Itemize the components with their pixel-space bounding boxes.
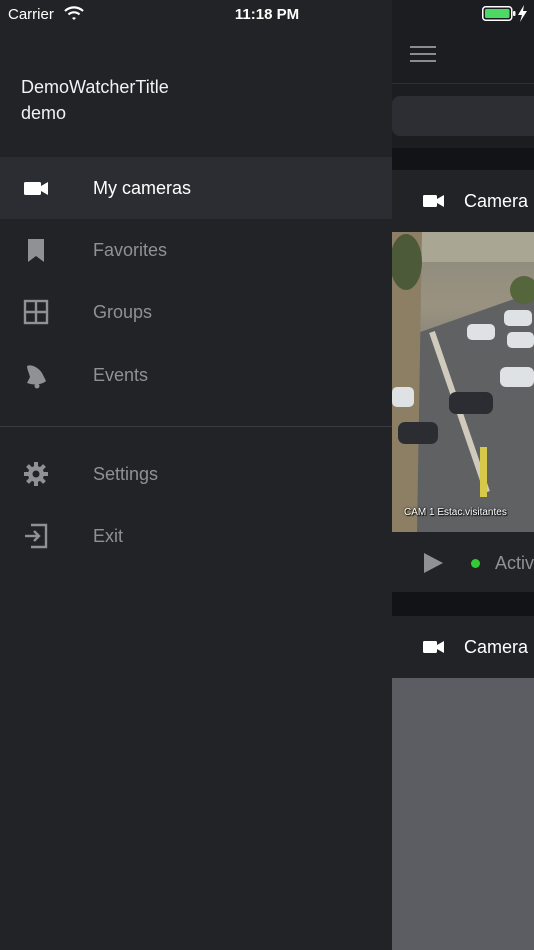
play-icon[interactable] xyxy=(422,552,444,574)
menu-item-label: Exit xyxy=(93,526,124,546)
camera-video-preview[interactable]: CAM 1 Estac.visitantes xyxy=(392,232,534,532)
grid-icon xyxy=(23,299,49,325)
gear-icon xyxy=(24,462,48,486)
camera-overlay-label: CAM 1 Estac.visitantes xyxy=(404,507,507,518)
menu-divider xyxy=(0,426,392,427)
camera-video-placeholder[interactable] xyxy=(392,678,534,950)
camera-status-text: Activ xyxy=(495,553,534,573)
camera-title: Camera xyxy=(464,637,529,657)
menu-item-favorites[interactable]: Favorites xyxy=(0,219,392,281)
exit-icon xyxy=(25,523,48,549)
main-content-panel: Camera CAM 1 Estac.visitantes Activ Came… xyxy=(392,0,534,950)
account-username: demo xyxy=(21,103,67,123)
hamburger-menu-icon[interactable] xyxy=(410,46,436,64)
video-camera-icon xyxy=(24,182,48,195)
camera-controls-bar: Activ xyxy=(392,532,534,592)
menu-item-events[interactable]: Events xyxy=(0,344,392,406)
status-bar: Carrier 11:18 PM xyxy=(0,0,534,28)
menu-item-label: Events xyxy=(93,365,149,385)
account-title: DemoWatcherTitle xyxy=(21,77,169,97)
menu-item-settings[interactable]: Settings xyxy=(0,443,392,505)
nav-bar-divider xyxy=(392,83,534,84)
menu-item-label: Favorites xyxy=(93,240,168,260)
navigation-drawer: DemoWatcherTitle demo My cameras Favorit… xyxy=(0,0,392,950)
section-spacer xyxy=(392,148,534,170)
battery-icon xyxy=(482,6,516,21)
account-info: DemoWatcherTitle demo xyxy=(21,74,169,126)
menu-item-label: Settings xyxy=(93,464,159,484)
menu-item-exit[interactable]: Exit xyxy=(0,505,392,567)
clock-time: 11:18 PM xyxy=(234,6,300,23)
section-spacer xyxy=(392,592,534,616)
camera-scene-image xyxy=(392,232,534,532)
video-camera-icon xyxy=(423,641,444,653)
menu-item-my-cameras[interactable]: My cameras xyxy=(0,157,392,219)
camera-title: Camera xyxy=(464,191,529,211)
camera-card-header[interactable]: Camera xyxy=(392,616,534,678)
menu-item-label: Groups xyxy=(93,302,153,322)
menu-item-groups[interactable]: Groups xyxy=(0,281,392,343)
bookmark-icon xyxy=(28,239,44,262)
status-online-dot xyxy=(471,559,480,568)
menu-item-label: My cameras xyxy=(93,178,192,198)
bell-icon xyxy=(27,365,46,389)
search-bar[interactable] xyxy=(392,96,534,136)
camera-card-header[interactable]: Camera xyxy=(392,170,534,232)
video-camera-icon xyxy=(423,195,444,207)
charging-bolt-icon xyxy=(518,5,527,22)
